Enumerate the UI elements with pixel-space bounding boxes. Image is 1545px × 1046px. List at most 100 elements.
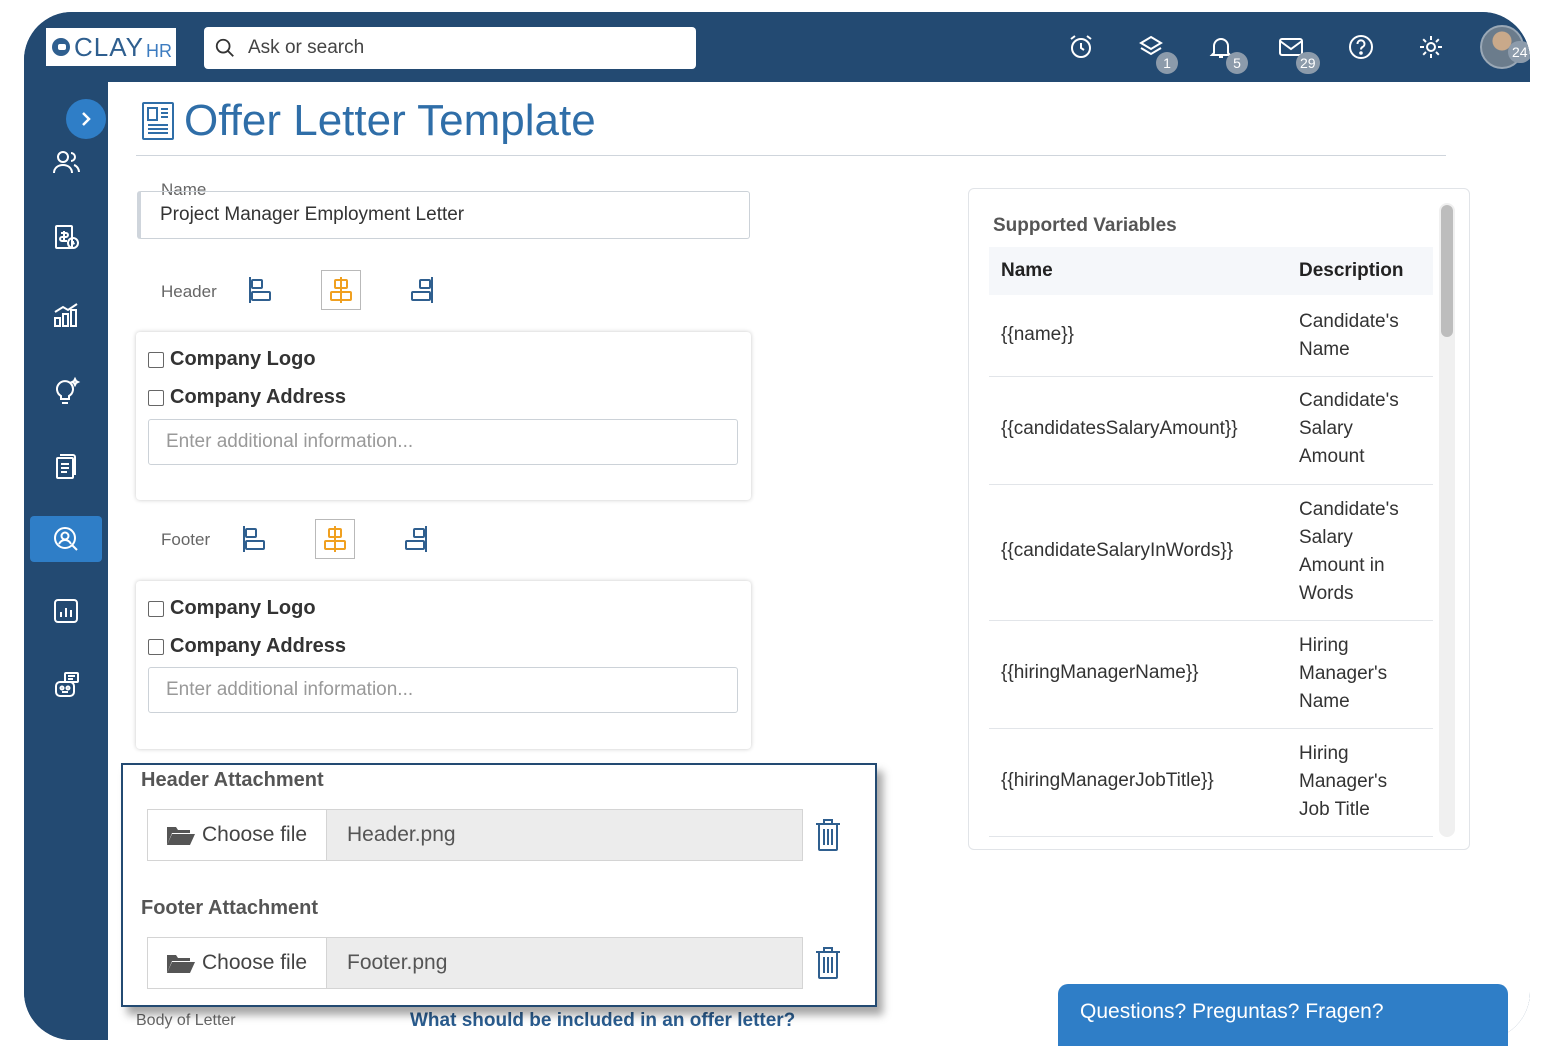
variable-name: {{hiringManagerName}}	[1001, 662, 1199, 683]
sidebar-item-payroll[interactable]	[30, 214, 102, 260]
table-row: {{hiringManagerName}} Hiring Manager's N…	[989, 621, 1433, 729]
expand-sidebar-button[interactable]	[66, 99, 106, 139]
supported-variables-card: Supported Variables Name Description {{n…	[968, 188, 1470, 850]
header-address-option[interactable]: Company Address	[148, 386, 346, 409]
sidebar-item-ideas[interactable]	[30, 368, 102, 414]
title-divider	[136, 155, 1446, 156]
search-input[interactable]	[248, 37, 668, 59]
candidate-search-icon	[54, 527, 78, 551]
variable-description: Candidate's Salary Amount in Words	[1299, 499, 1399, 604]
variable-name: {{name}}	[1001, 324, 1074, 345]
sidebar-item-documents[interactable]	[30, 444, 102, 490]
footer-logo-option[interactable]: Company Logo	[148, 597, 316, 620]
messages-button[interactable]: 29	[1256, 12, 1326, 82]
sidebar-item-people[interactable]	[30, 139, 102, 185]
header-address-label: Company Address	[170, 386, 346, 408]
variables-scrollbar[interactable]	[1439, 203, 1455, 837]
col-description-header: Description	[1299, 260, 1404, 281]
payroll-icon	[55, 225, 79, 249]
search-icon	[215, 38, 234, 57]
variables-scroll-thumb[interactable]	[1441, 205, 1453, 337]
header-align-right-button[interactable]	[401, 270, 441, 310]
search-box[interactable]	[204, 27, 696, 69]
table-row: {{candidateSalaryInWords}} Candidate's S…	[989, 485, 1433, 621]
top-bar: CLAY HR 1 5 29	[24, 12, 1530, 82]
table-row: {{name}} Candidate's Name	[989, 297, 1433, 377]
sidebar-item-performance[interactable]	[30, 292, 102, 338]
sidebar-item-assistant[interactable]	[30, 662, 102, 708]
header-options: Company Logo Company Address Enter addit…	[136, 332, 751, 500]
body-of-letter-label: Body of Letter	[136, 1012, 236, 1029]
people-icon	[53, 151, 80, 174]
help-chat-tab[interactable]: Questions? Preguntas? Fragen?	[1058, 984, 1508, 1046]
variable-name: {{candidateSalaryInWords}}	[1001, 540, 1234, 561]
footer-address-label: Company Address	[170, 635, 346, 657]
footer-file-row: Choose file Footer.png	[147, 937, 803, 989]
document-icon	[56, 454, 76, 479]
logo-mark-icon	[52, 38, 70, 56]
notifications-button[interactable]: 5	[1186, 12, 1256, 82]
variable-description: Hiring Manager's Name	[1299, 635, 1388, 712]
footer-align-center-button[interactable]	[315, 519, 355, 559]
name-field[interactable]: Project Manager Employment Letter	[137, 191, 750, 239]
header-align-center-button[interactable]	[321, 270, 361, 310]
logo-suffix: HR	[146, 40, 172, 61]
header-logo-checkbox[interactable]	[148, 351, 164, 368]
user-avatar[interactable]: 24	[1480, 25, 1530, 69]
chevron-right-icon	[82, 112, 91, 126]
robot-icon	[55, 672, 79, 697]
variable-description: Hiring Manager's Job Title	[1299, 743, 1388, 820]
footer-delete-icon[interactable]	[813, 945, 843, 981]
layers-button[interactable]: 1	[1116, 12, 1186, 82]
align-center-icon	[330, 277, 352, 303]
logo-text: CLAY	[74, 31, 144, 62]
folder-open-icon	[167, 955, 195, 973]
header-label: Header	[161, 282, 217, 301]
lightbulb-icon	[56, 376, 81, 404]
footer-align-left-button[interactable]	[235, 519, 275, 559]
sidebar	[24, 82, 108, 1040]
help-icon	[1349, 35, 1373, 59]
align-right-icon	[411, 277, 433, 303]
template-document-icon	[142, 102, 174, 140]
settings-button[interactable]	[1396, 12, 1466, 82]
footer-logo-checkbox[interactable]	[148, 600, 164, 617]
col-name-header: Name	[1001, 260, 1053, 281]
sidebar-item-reports[interactable]	[30, 588, 102, 634]
table-row: {{hiringManagerJobTitle}} Hiring Manager…	[989, 729, 1433, 837]
alarm-button[interactable]	[1046, 12, 1116, 82]
header-attachment-title: Header Attachment	[141, 769, 324, 791]
supported-variables-title: Supported Variables	[993, 215, 1177, 236]
alarm-clock-icon	[1070, 35, 1092, 58]
page-title: Offer Letter Template	[184, 96, 596, 145]
footer-choose-label: Choose file	[202, 951, 308, 974]
header-align-left-button[interactable]	[241, 270, 281, 310]
variable-description: Candidate's Name	[1299, 311, 1399, 360]
avatar-badge: 24	[1508, 41, 1530, 63]
footer-align-right-button[interactable]	[395, 519, 435, 559]
footer-address-checkbox[interactable]	[148, 638, 164, 655]
header-logo-option[interactable]: Company Logo	[148, 348, 316, 371]
header-choose-file-button[interactable]: Choose file	[147, 809, 327, 861]
sidebar-item-recruiting[interactable]	[30, 516, 102, 562]
bar-growth-icon	[54, 303, 78, 327]
header-delete-icon[interactable]	[813, 817, 843, 853]
header-logo-label: Company Logo	[170, 348, 316, 370]
variable-name: {{hiringManagerJobTitle}}	[1001, 770, 1214, 791]
table-row: {{candidatesSalaryAmount}} Candidate's S…	[989, 377, 1433, 485]
footer-info-input[interactable]: Enter additional information...	[148, 667, 738, 713]
clayhr-logo[interactable]: CLAY HR	[46, 28, 176, 66]
header-address-checkbox[interactable]	[148, 389, 164, 406]
top-icons: 1 5 29 24	[1046, 12, 1530, 82]
page-header: Offer Letter Template	[140, 96, 596, 146]
header-choose-label: Choose file	[202, 823, 308, 846]
gear-icon	[1420, 36, 1442, 58]
offer-letter-help-link[interactable]: What should be included in an offer lett…	[410, 1010, 795, 1032]
footer-attachment-title: Footer Attachment	[141, 897, 319, 919]
help-button[interactable]	[1326, 12, 1396, 82]
footer-choose-file-button[interactable]: Choose file	[147, 937, 327, 989]
footer-file-name: Footer.png	[327, 937, 803, 989]
header-info-input[interactable]: Enter additional information...	[148, 419, 738, 465]
footer-address-option[interactable]: Company Address	[148, 635, 346, 658]
folder-open-icon	[167, 827, 195, 845]
